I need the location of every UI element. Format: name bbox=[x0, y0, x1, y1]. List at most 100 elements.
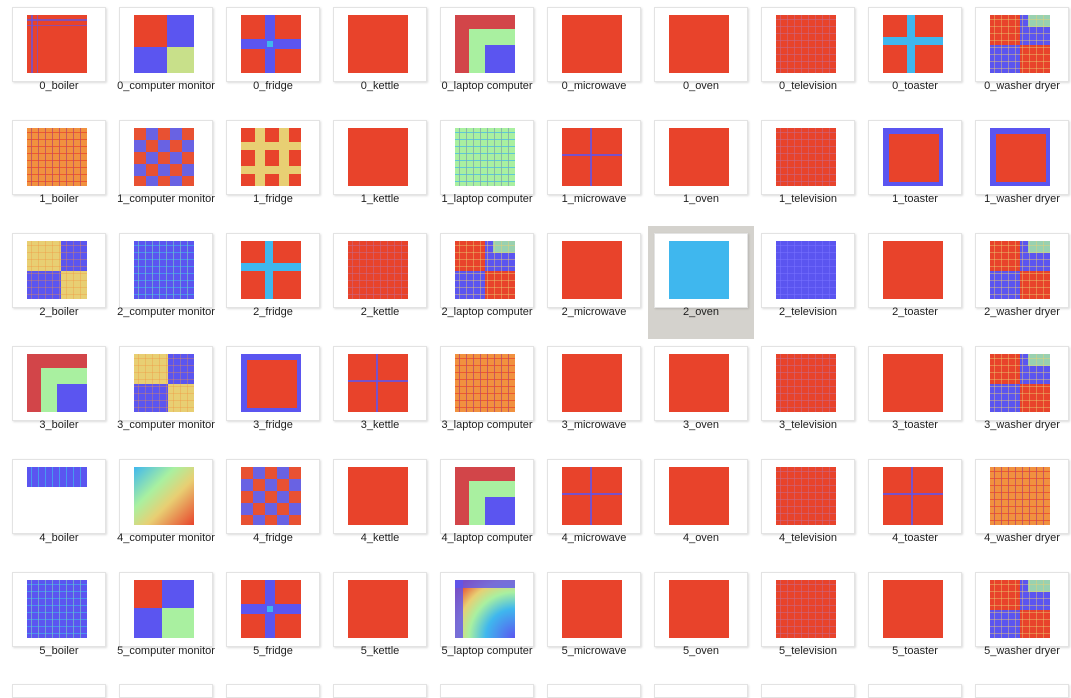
file-item[interactable]: 4_washer dryer bbox=[969, 452, 1071, 565]
file-item[interactable]: 4_microwave bbox=[541, 452, 647, 565]
heatmap-line bbox=[401, 241, 402, 299]
file-item[interactable]: 4_computer monitor bbox=[113, 452, 219, 565]
file-item[interactable]: 3_television bbox=[755, 339, 861, 452]
file-name: 0_laptop computer bbox=[441, 80, 533, 92]
file-item[interactable]: 2_fridge bbox=[220, 226, 326, 339]
file-thumbnail-partial[interactable] bbox=[440, 684, 534, 698]
file-thumbnail-partial[interactable] bbox=[333, 684, 427, 698]
file-item[interactable]: 1_computer monitor bbox=[113, 113, 219, 226]
file-item[interactable]: 4_laptop computer bbox=[434, 452, 540, 565]
heatmap-line bbox=[780, 128, 781, 186]
file-item[interactable]: 5_oven bbox=[648, 565, 754, 678]
heatmap-line bbox=[990, 365, 1050, 366]
file-thumbnail-partial[interactable] bbox=[654, 684, 748, 698]
file-item[interactable]: 2_oven bbox=[648, 226, 754, 339]
heatmap-cell bbox=[241, 479, 253, 491]
file-item[interactable]: 4_toaster bbox=[862, 452, 968, 565]
file-item[interactable]: 2_laptop computer bbox=[434, 226, 540, 339]
file-item[interactable]: 4_kettle bbox=[327, 452, 433, 565]
file-thumbnail-partial[interactable] bbox=[12, 684, 106, 698]
file-item[interactable]: 3_fridge bbox=[220, 339, 326, 452]
file-thumbnail-partial[interactable] bbox=[761, 684, 855, 698]
file-item[interactable]: 3_computer monitor bbox=[113, 339, 219, 452]
file-item[interactable]: 1_toaster bbox=[862, 113, 968, 226]
file-item[interactable]: 0_fridge bbox=[220, 0, 326, 113]
file-item[interactable]: 0_washer dryer bbox=[969, 0, 1071, 113]
heatmap-line bbox=[990, 612, 1050, 613]
heatmap-line bbox=[822, 241, 823, 299]
file-item[interactable]: 0_toaster bbox=[862, 0, 968, 113]
file-item[interactable]: 4_oven bbox=[648, 452, 754, 565]
heatmap-line bbox=[801, 580, 802, 638]
file-thumbnail-partial[interactable] bbox=[975, 684, 1069, 698]
file-item[interactable]: 2_kettle bbox=[327, 226, 433, 339]
file-item[interactable]: 1_boiler bbox=[6, 113, 112, 226]
file-item[interactable]: 2_computer monitor bbox=[113, 226, 219, 339]
file-thumbnail-partial[interactable] bbox=[547, 684, 641, 698]
heatmap-preview bbox=[455, 354, 515, 412]
file-item[interactable]: 3_oven bbox=[648, 339, 754, 452]
file-item[interactable]: 2_microwave bbox=[541, 226, 647, 339]
file-item[interactable]: 5_television bbox=[755, 565, 861, 678]
file-item[interactable]: 3_washer dryer bbox=[969, 339, 1071, 452]
file-item[interactable]: 5_fridge bbox=[220, 565, 326, 678]
heatmap-line bbox=[829, 241, 830, 299]
file-item[interactable]: 2_washer dryer bbox=[969, 226, 1071, 339]
heatmap-edge bbox=[883, 182, 943, 186]
heatmap-line bbox=[134, 358, 194, 359]
file-item[interactable]: 3_toaster bbox=[862, 339, 968, 452]
heatmap-line bbox=[159, 354, 160, 412]
file-name: 5_kettle bbox=[360, 645, 400, 657]
file-item[interactable]: 1_fridge bbox=[220, 113, 326, 226]
file-item[interactable]: 0_oven bbox=[648, 0, 754, 113]
file-thumbnail-partial[interactable] bbox=[226, 684, 320, 698]
file-item[interactable]: 0_laptop computer bbox=[434, 0, 540, 113]
file-item[interactable]: 2_toaster bbox=[862, 226, 968, 339]
heatmap-line bbox=[134, 365, 194, 366]
file-item[interactable]: 4_television bbox=[755, 452, 861, 565]
file-item[interactable]: 5_microwave bbox=[541, 565, 647, 678]
heatmap-cell bbox=[146, 164, 158, 176]
heatmap-band bbox=[241, 263, 301, 271]
file-thumbnail bbox=[440, 572, 534, 647]
file-item[interactable]: 5_toaster bbox=[862, 565, 968, 678]
file-item[interactable]: 0_microwave bbox=[541, 0, 647, 113]
file-item[interactable]: 3_kettle bbox=[327, 339, 433, 452]
file-item[interactable]: 1_microwave bbox=[541, 113, 647, 226]
heatmap-line bbox=[1022, 467, 1023, 525]
heatmap-line bbox=[990, 280, 1050, 281]
file-item[interactable]: 5_washer dryer bbox=[969, 565, 1071, 678]
file-item[interactable]: 4_boiler bbox=[6, 452, 112, 565]
file-item[interactable]: 1_oven bbox=[648, 113, 754, 226]
file-item[interactable]: 2_boiler bbox=[6, 226, 112, 339]
file-item[interactable]: 5_boiler bbox=[6, 565, 112, 678]
file-name: 3_boiler bbox=[39, 419, 79, 431]
file-item[interactable]: 0_computer monitor bbox=[113, 0, 219, 113]
heatmap-line bbox=[590, 467, 592, 525]
file-thumbnail-partial[interactable] bbox=[119, 684, 213, 698]
file-item[interactable]: 0_kettle bbox=[327, 0, 433, 113]
file-item[interactable]: 2_television bbox=[755, 226, 861, 339]
file-thumbnail-partial[interactable] bbox=[868, 684, 962, 698]
file-thumbnail bbox=[119, 572, 213, 647]
file-item[interactable]: 0_boiler bbox=[6, 0, 112, 113]
file-item[interactable]: 3_boiler bbox=[6, 339, 112, 452]
file-item[interactable]: 3_microwave bbox=[541, 339, 647, 452]
file-item[interactable]: 0_television bbox=[755, 0, 861, 113]
file-item[interactable]: 1_kettle bbox=[327, 113, 433, 226]
file-item[interactable]: 4_fridge bbox=[220, 452, 326, 565]
file-item[interactable]: 5_computer monitor bbox=[113, 565, 219, 678]
file-item[interactable]: 1_television bbox=[755, 113, 861, 226]
heatmap-line bbox=[134, 273, 194, 274]
file-item[interactable]: 1_washer dryer bbox=[969, 113, 1071, 226]
file-thumbnail bbox=[761, 346, 855, 421]
file-thumbnail bbox=[547, 346, 641, 421]
file-item[interactable]: 3_laptop computer bbox=[434, 339, 540, 452]
file-item[interactable]: 1_laptop computer bbox=[434, 113, 540, 226]
heatmap-line bbox=[455, 280, 515, 281]
heatmap-line bbox=[134, 294, 194, 295]
heatmap-line bbox=[455, 174, 515, 175]
file-item[interactable]: 5_kettle bbox=[327, 565, 433, 678]
file-item[interactable]: 5_laptop computer bbox=[434, 565, 540, 678]
heatmap-line bbox=[794, 354, 795, 412]
